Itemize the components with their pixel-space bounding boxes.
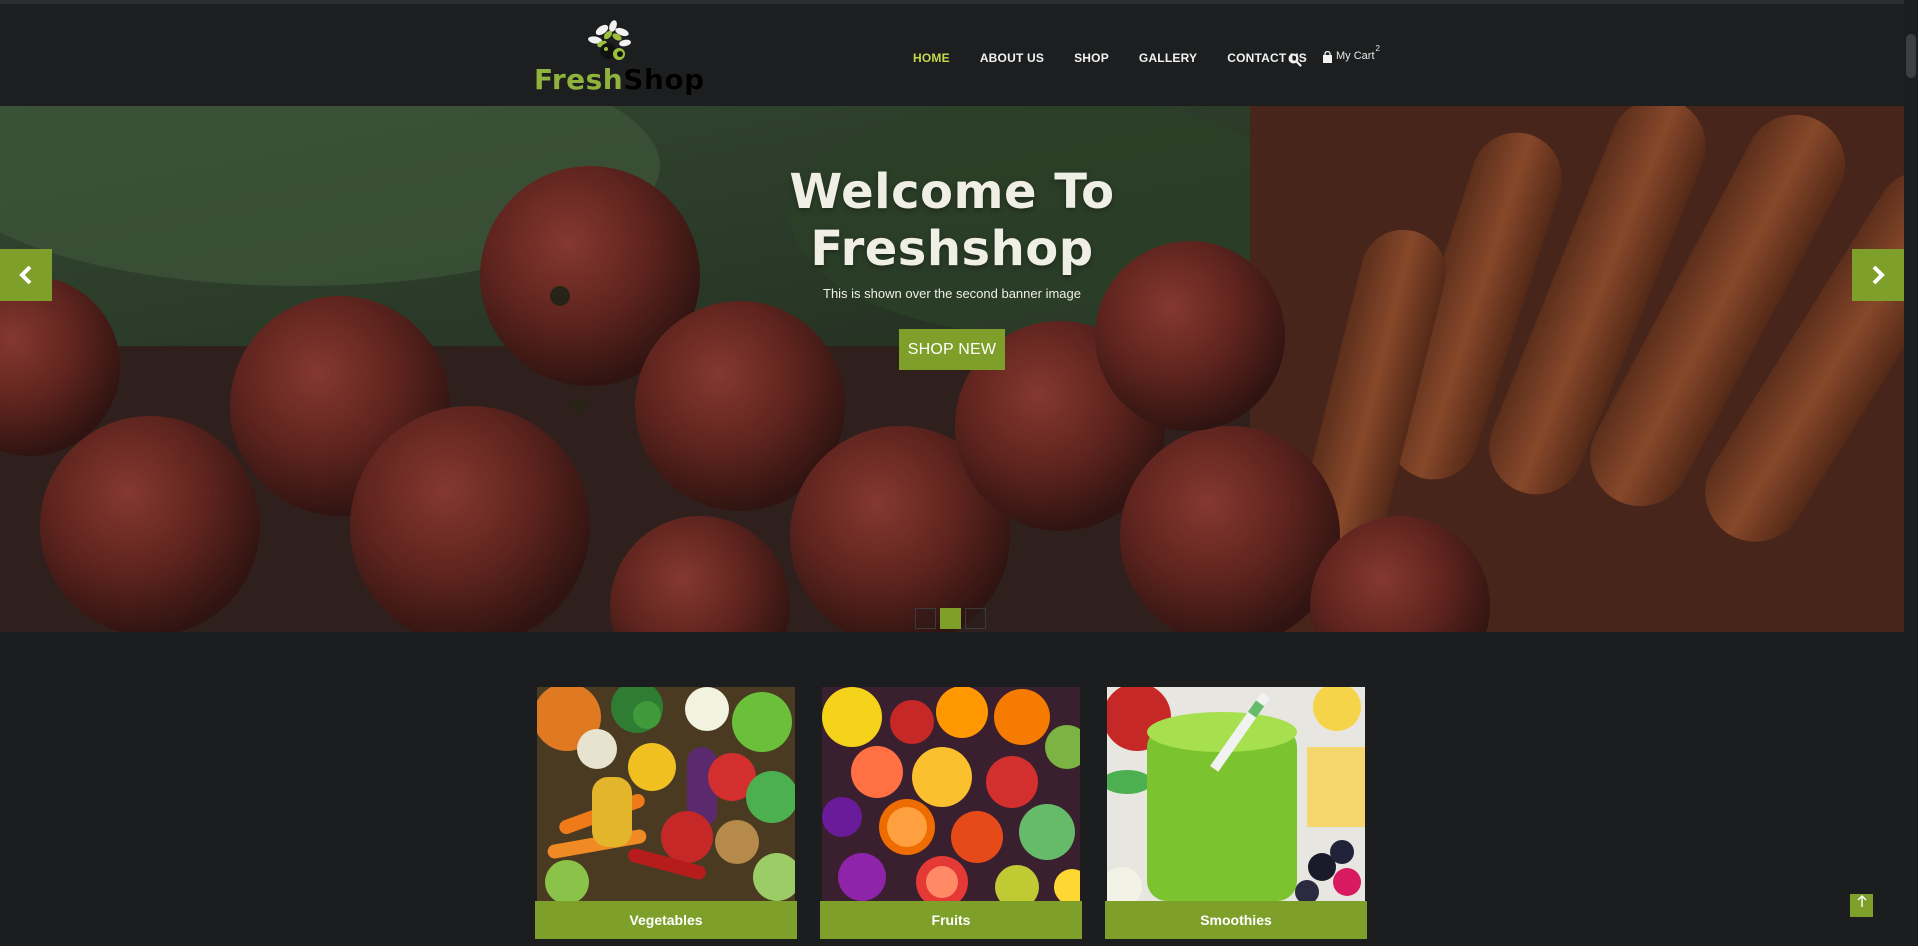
slider-next-button[interactable] [1852,249,1904,301]
shop-new-button[interactable]: SHOP NEW [899,329,1005,370]
vegetables-image [537,687,795,901]
category-label-fruits: Fruits [820,901,1082,939]
chevron-left-icon [19,265,32,285]
back-to-top-button[interactable] [1850,894,1873,917]
category-card-fruits[interactable]: Fruits [820,687,1082,939]
hero-subtitle: This is shown over the second banner ima… [823,286,1081,301]
slider-pagination [915,608,990,629]
logo-leaf-icon [588,20,631,60]
chevron-right-icon [1872,265,1885,285]
logo-word-shop: Shop [623,63,705,96]
slider-dot-3[interactable] [965,608,986,629]
cart-link[interactable]: My Cart 2 [1322,44,1380,63]
slider-dot-2[interactable] [940,608,961,629]
site-header: FreshShop HOME ABOUT US SHOP GALLERY CON… [0,4,1918,106]
category-card-smoothies[interactable]: Smoothies [1105,687,1367,939]
category-label-vegetables: Vegetables [535,901,797,939]
arrow-up-icon [1857,895,1866,907]
page: FreshShop HOME ABOUT US SHOP GALLERY CON… [0,0,1918,946]
hero-title-line2: Freshshop [810,221,1094,277]
cart-label: My Cart [1336,50,1375,62]
logo-word-fresh: Fresh [534,63,624,96]
scrollbar-track[interactable] [1904,0,1918,946]
main-nav: HOME ABOUT US SHOP GALLERY CONTACT US [913,51,1337,65]
nav-gallery[interactable]: GALLERY [1139,51,1197,65]
cart-count-badge: 2 [1375,44,1380,53]
site-logo[interactable]: FreshShop [532,18,704,98]
category-card-vegetables[interactable]: Vegetables [535,687,797,939]
fruits-image [822,687,1080,901]
logo-wordmark: FreshShop [534,65,705,95]
hero-banner: Welcome To Freshshop This is shown over … [0,106,1904,632]
nav-shop[interactable]: SHOP [1074,51,1109,65]
nav-home[interactable]: HOME [913,51,950,65]
nav-about-us[interactable]: ABOUT US [980,51,1044,65]
slider-prev-button[interactable] [0,249,52,301]
hero-title: Welcome To Freshshop [0,164,1904,278]
hero-title-line1: Welcome To [789,164,1115,220]
smoothies-image [1107,687,1365,901]
scrollbar-thumb[interactable] [1906,34,1916,78]
search-icon[interactable] [1288,53,1302,67]
slider-dot-1[interactable] [915,608,936,629]
category-label-smoothies: Smoothies [1105,901,1367,939]
shopping-bag-icon [1323,51,1332,63]
